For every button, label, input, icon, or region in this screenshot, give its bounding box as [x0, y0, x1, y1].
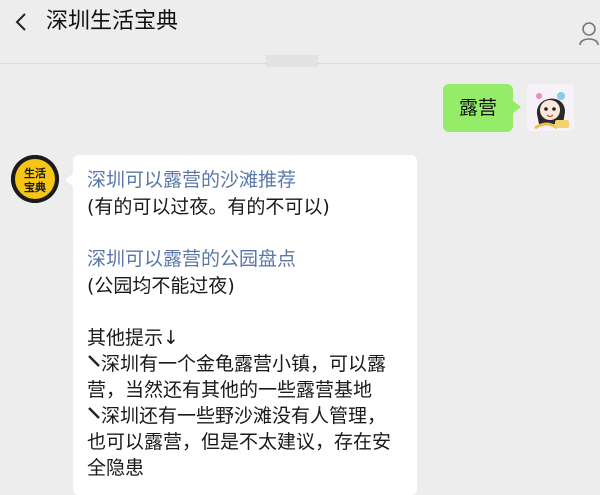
chat-header: 深圳生活宝典 — [0, 0, 600, 67]
pull-handle — [266, 55, 318, 67]
shenghuo-baodian-logo-icon: 生活 宝典 — [11, 155, 59, 203]
chat-title: 深圳生活宝典 — [46, 9, 179, 34]
chevron-left-icon[interactable] — [10, 8, 34, 36]
user-avatar[interactable] — [527, 84, 574, 131]
bot-avatar[interactable]: 生活 宝典 — [11, 155, 59, 203]
tip-item: 深圳还有一些野沙滩没有人管理， — [87, 403, 386, 429]
outgoing-message-bubble[interactable]: 露营 — [443, 84, 522, 132]
tip-text-continued: 全隐患 — [87, 457, 145, 479]
beach-camping-note: (有的可以过夜。有的不可以) — [87, 196, 330, 218]
pencil-icon — [88, 407, 100, 419]
tip-text-continued: 也可以露营，但是不太建议，存在安 — [87, 431, 392, 453]
logo-text-bottom: 宝典 — [24, 180, 46, 194]
tip-text: 深圳还有一些野沙滩没有人管理， — [101, 405, 387, 427]
tip-text-continued: 营，当然还有其他的一些露营基地 — [87, 379, 373, 401]
person-icon[interactable] — [578, 20, 600, 46]
park-camping-note: (公园均不能过夜) — [87, 275, 235, 297]
incoming-message-bubble: 深圳可以露营的沙滩推荐 (有的可以过夜。有的不可以) 深圳可以露营的公园盘点 (… — [65, 155, 417, 495]
outgoing-message-text: 露营 — [459, 97, 498, 119]
beach-camping-link[interactable]: 深圳可以露营的沙滩推荐 — [87, 167, 296, 193]
logo-text-top: 生活 — [24, 166, 46, 180]
park-camping-link[interactable]: 深圳可以露营的公园盘点 — [87, 246, 296, 272]
tips-heading: 其他提示↓ — [87, 327, 179, 349]
cartoon-girl-icon — [527, 84, 574, 131]
tip-text: 深圳有一个金龟露营小镇，可以露 — [101, 353, 387, 375]
pencil-icon — [88, 355, 100, 367]
tip-item: 深圳有一个金龟露营小镇，可以露 — [87, 351, 386, 377]
